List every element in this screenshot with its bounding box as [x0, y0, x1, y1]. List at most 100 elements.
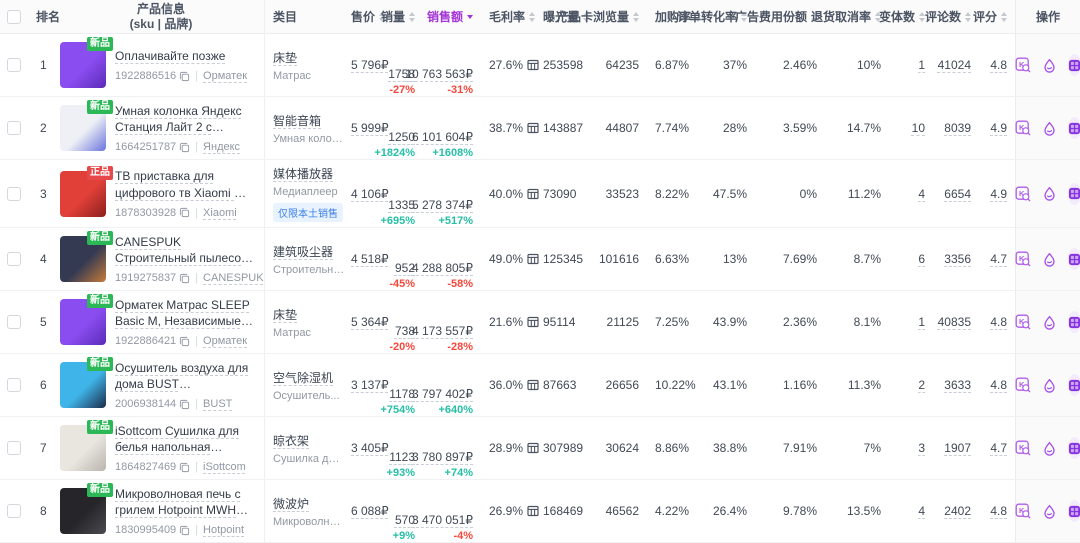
product-title[interactable]: Осушитель воздуха для дома BUST DEHUMIDI… — [115, 360, 256, 392]
product-thumbnail[interactable]: 新品 — [60, 488, 106, 534]
product-brand[interactable]: iSottcom — [203, 461, 246, 473]
sort-carets-icon[interactable] — [633, 12, 639, 22]
keyword-analysis-button[interactable]: K — [1015, 503, 1031, 519]
sort-caret-desc-icon[interactable] — [467, 15, 473, 19]
product-title[interactable]: Микроволновая печь с грилем Hotpoint MWH… — [115, 486, 256, 518]
row-checkbox[interactable] — [7, 121, 21, 135]
keyword-analysis-button[interactable]: K — [1015, 57, 1031, 73]
product-thumbnail[interactable]: 新品 — [60, 42, 106, 88]
product-title[interactable]: iSottcom Сушилка для белья напольная скл… — [115, 423, 256, 455]
row-checkbox[interactable] — [7, 315, 21, 329]
row-checkbox[interactable] — [7, 504, 21, 518]
column-header-price[interactable]: 售价 — [343, 0, 385, 33]
column-header-revenue[interactable]: 销售额 — [423, 0, 481, 33]
copy-icon[interactable] — [179, 399, 190, 410]
product-title[interactable]: Умная колонка Яндекс Станция Лайт 2 с Ал… — [115, 103, 256, 135]
add-to-cart-rate-value: 6.63% — [655, 252, 689, 266]
price-value: 4 106₽ — [351, 187, 389, 201]
ad-cost-share-value: 3.59% — [783, 121, 817, 135]
product-title[interactable]: Орматек Матрас SLEEP Basic M, Независимы… — [115, 297, 256, 329]
monitor-button[interactable] — [1042, 441, 1057, 456]
sort-carets-icon[interactable] — [965, 12, 971, 22]
dashboard-button[interactable] — [1068, 248, 1080, 270]
add-to-cart-rate-value: 10.22% — [655, 378, 696, 392]
product-thumbnail[interactable]: 新品 — [60, 236, 106, 282]
copy-icon[interactable] — [179, 336, 190, 347]
category-name-ru: Сушилка для... — [273, 453, 345, 465]
monitor-button[interactable] — [1042, 121, 1057, 136]
row-checkbox[interactable] — [7, 187, 21, 201]
rating-value: 4.8 — [990, 58, 1007, 72]
product-thumbnail[interactable]: 新品 — [60, 105, 106, 151]
select-all-checkbox[interactable] — [7, 10, 21, 24]
copy-icon[interactable] — [179, 462, 190, 473]
column-header-rating[interactable]: 评分 — [979, 0, 1015, 33]
margin-value: 26.9% — [489, 504, 523, 518]
copy-icon[interactable] — [179, 207, 190, 218]
table-row: 7 新品 iSottcom Сушилка для белья напольна… — [0, 417, 1080, 480]
product-title[interactable]: CANESPUK Строительный пылесос 30 л, 3001… — [115, 234, 256, 266]
variants-count-value: 4 — [918, 504, 925, 518]
product-sku: 1878303928 — [115, 207, 176, 219]
product-thumbnail[interactable]: 新品 — [60, 425, 106, 471]
dashboard-button[interactable] — [1068, 437, 1080, 459]
product-brand[interactable]: Hotpoint — [203, 524, 244, 536]
column-header-margin[interactable]: 毛利率 — [481, 0, 535, 33]
product-thumbnail[interactable]: 新品 — [60, 299, 106, 345]
sort-carets-icon[interactable] — [409, 12, 415, 22]
column-header-views[interactable]: 产品卡浏览量 — [581, 0, 647, 33]
monitor-button[interactable] — [1042, 378, 1057, 393]
dashboard-button[interactable] — [1068, 183, 1080, 205]
row-checkbox[interactable] — [7, 378, 21, 392]
keyword-analysis-button[interactable]: K — [1015, 377, 1031, 393]
rank-number: 1 — [40, 58, 47, 72]
ad-cost-share-value: 7.69% — [783, 252, 817, 266]
row-checkbox[interactable] — [7, 58, 21, 72]
monitor-button[interactable] — [1042, 252, 1057, 267]
dashboard-button[interactable] — [1068, 117, 1080, 139]
product-analytics-table: 排名产品信息(sku | 品牌)类目售价销量销售额毛利率曝光量产品卡浏览量加购率… — [0, 0, 1080, 543]
variants-count-value: 6 — [918, 252, 925, 266]
monitor-button[interactable] — [1042, 186, 1057, 201]
product-thumbnail[interactable]: 正品 — [60, 171, 106, 217]
copy-icon[interactable] — [179, 71, 190, 82]
product-badge: 正品 — [87, 166, 113, 180]
copy-icon[interactable] — [179, 142, 190, 153]
product-brand[interactable]: Яндекс — [203, 141, 240, 153]
product-title[interactable]: ТВ приставка для цифрового тв Xiaomi Mi … — [115, 168, 256, 200]
keyword-analysis-button[interactable]: K — [1015, 120, 1031, 136]
product-title[interactable]: Оплачивайте позже — [115, 48, 247, 64]
rating-value: 4.8 — [990, 378, 1007, 392]
product-thumbnail[interactable]: 新品 — [60, 362, 106, 408]
meta-separator: | — [195, 207, 198, 219]
sort-carets-icon[interactable] — [1001, 12, 1007, 22]
column-header-sales[interactable]: 销量 — [385, 0, 423, 33]
monitor-button[interactable] — [1042, 58, 1057, 73]
meta-separator: | — [195, 398, 198, 410]
margin-value: 21.6% — [489, 315, 523, 329]
keyword-analysis-button[interactable]: K — [1015, 186, 1031, 202]
product-brand[interactable]: Орматек — [203, 335, 247, 347]
revenue-value: 6 101 604₽ — [412, 130, 473, 144]
keyword-analysis-button[interactable]: K — [1015, 314, 1031, 330]
row-checkbox[interactable] — [7, 441, 21, 455]
monitor-button[interactable] — [1042, 315, 1057, 330]
dashboard-button[interactable] — [1068, 311, 1080, 333]
row-checkbox[interactable] — [7, 252, 21, 266]
dashboard-button[interactable] — [1068, 54, 1080, 76]
product-brand[interactable]: CANESPUK — [203, 272, 264, 284]
table-row: 2 新品 Умная колонка Яндекс Станция Лайт 2… — [0, 97, 1080, 160]
column-label: 产品卡浏览量 — [557, 8, 629, 25]
copy-icon[interactable] — [179, 525, 190, 536]
monitor-button[interactable] — [1042, 504, 1057, 519]
margin-value: 27.6% — [489, 58, 523, 72]
dashboard-button[interactable] — [1068, 374, 1080, 396]
exposure-value: 253598 — [543, 58, 583, 72]
copy-icon[interactable] — [179, 273, 190, 284]
keyword-analysis-button[interactable]: K — [1015, 251, 1031, 267]
product-brand[interactable]: Орматек — [203, 70, 247, 82]
product-brand[interactable]: Xiaomi — [203, 207, 237, 219]
card-views-value: 101616 — [599, 252, 639, 266]
product-brand[interactable]: BUST — [203, 398, 232, 410]
keyword-analysis-button[interactable]: K — [1015, 440, 1031, 456]
